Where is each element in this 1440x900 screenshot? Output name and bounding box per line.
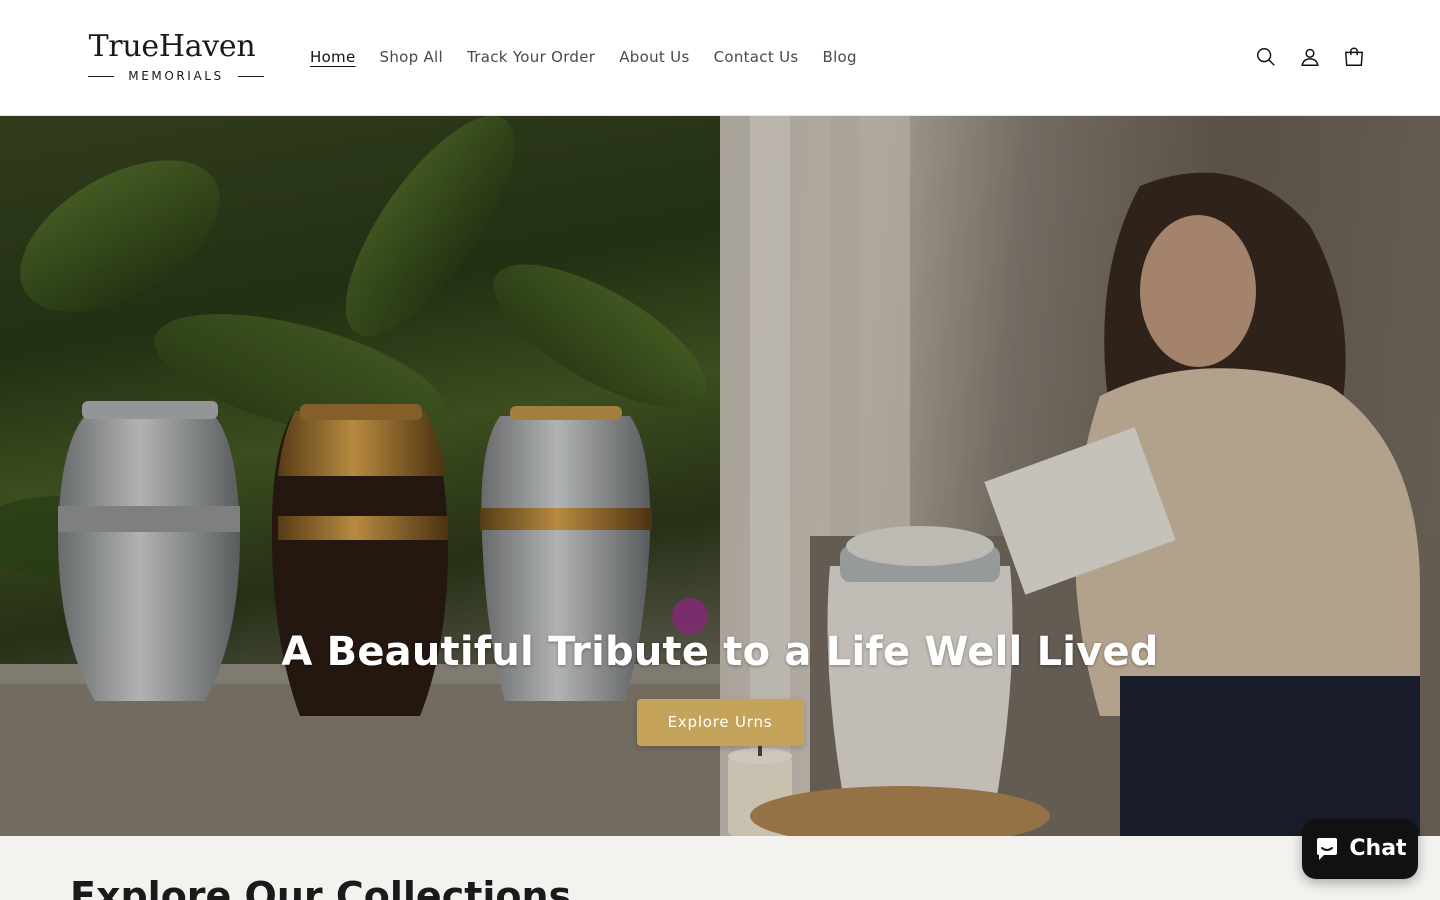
cart-button[interactable] (1332, 35, 1376, 79)
logo-tagline: MEMORIALS (128, 69, 224, 83)
chat-bubble-icon (1317, 838, 1338, 860)
logo-haven: Haven (158, 29, 256, 64)
chat-button[interactable]: Chat (1302, 819, 1418, 879)
hero-banner: A Beautiful Tribute to a Life Well Lived… (0, 116, 1440, 836)
nav-shop-all[interactable]: Shop All (368, 41, 456, 73)
logo-tagline-row: MEMORIALS (88, 68, 264, 84)
account-button[interactable] (1288, 35, 1332, 79)
nav-about-us[interactable]: About Us (607, 41, 701, 73)
header-icons (1244, 35, 1376, 79)
hero-content: A Beautiful Tribute to a Life Well Lived… (0, 626, 1440, 746)
explore-urns-button[interactable]: Explore Urns (636, 699, 804, 746)
cart-icon (1344, 47, 1364, 66)
nav-blog[interactable]: Blog (810, 41, 868, 73)
logo-true: True (88, 29, 160, 64)
hero-title: A Beautiful Tribute to a Life Well Lived (281, 629, 1159, 675)
logo-wordmark: TrueHaven (76, 30, 268, 64)
nav-home[interactable]: Home (298, 41, 368, 73)
nav-track-order[interactable]: Track Your Order (455, 41, 607, 73)
nav-contact-us[interactable]: Contact Us (702, 41, 811, 73)
brand-logo[interactable]: TrueHaven MEMORIALS (76, 30, 268, 86)
site-header: TrueHaven MEMORIALS Home Shop All Track … (0, 0, 1440, 116)
logo-divider-left (88, 76, 114, 77)
chat-label: Chat (1349, 836, 1407, 861)
logo-divider-right (238, 76, 264, 77)
account-icon (1301, 48, 1319, 66)
collections-title: Explore Our Collections (70, 874, 572, 900)
search-icon (1257, 48, 1275, 66)
collections-section: Explore Our Collections (0, 836, 1440, 900)
main-nav: Home Shop All Track Your Order About Us … (298, 40, 869, 74)
search-button[interactable] (1244, 35, 1288, 79)
